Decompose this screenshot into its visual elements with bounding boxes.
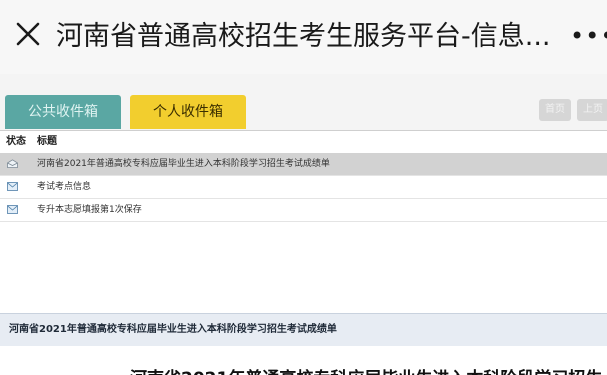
status-column-header: 状态 bbox=[6, 136, 26, 147]
list-item-subject: 考试考点信息 bbox=[37, 182, 92, 192]
more-icon[interactable]: ••• bbox=[570, 22, 607, 50]
tab-public-inbox[interactable]: 公共收件箱 bbox=[5, 95, 121, 129]
first-page-button[interactable]: 首页 bbox=[539, 99, 571, 121]
mail-icon bbox=[7, 205, 18, 214]
prev-page-button[interactable]: 上页 bbox=[577, 99, 607, 121]
close-icon[interactable] bbox=[12, 18, 44, 50]
list-item[interactable]: 专升本志愿填报第1次保存 bbox=[0, 199, 607, 222]
mail-icon bbox=[7, 182, 18, 191]
app-bar: 河南省普通高校招生考生服务平台-信息... ••• bbox=[0, 0, 607, 75]
subject-column-header: 标题 bbox=[37, 136, 57, 147]
mailbox-toolbar: 公共收件箱 个人收件箱 首页 上页 bbox=[0, 74, 607, 130]
page-title: 河南省普通高校招生考生服务平台-信息... bbox=[56, 21, 551, 52]
preview-header-title: 河南省2021年普通高校专科应届毕业生进入本科阶段学习招生考试成绩单 bbox=[9, 324, 337, 335]
list-item[interactable]: 河南省2021年普通高校专科应届毕业生进入本科阶段学习招生考试成绩单 bbox=[0, 153, 607, 176]
preview-pane: 河南省2021年普通高校专科应届毕业生进入本科阶段学习招生 bbox=[0, 346, 607, 375]
tab-personal-inbox[interactable]: 个人收件箱 bbox=[130, 95, 246, 129]
list-item-subject: 河南省2021年普通高校专科应届毕业生进入本科阶段学习招生考试成绩单 bbox=[37, 159, 330, 169]
list-item-subject: 专升本志愿填报第1次保存 bbox=[37, 205, 142, 215]
document-title: 河南省2021年普通高校专科应届毕业生进入本科阶段学习招生 bbox=[130, 364, 602, 375]
list-item[interactable]: 考试考点信息 bbox=[0, 176, 607, 199]
open-mail-icon bbox=[7, 159, 18, 168]
list-header: 状态 标题 bbox=[0, 130, 607, 154]
preview-header: 河南省2021年普通高校专科应届毕业生进入本科阶段学习招生考试成绩单 bbox=[0, 313, 607, 347]
